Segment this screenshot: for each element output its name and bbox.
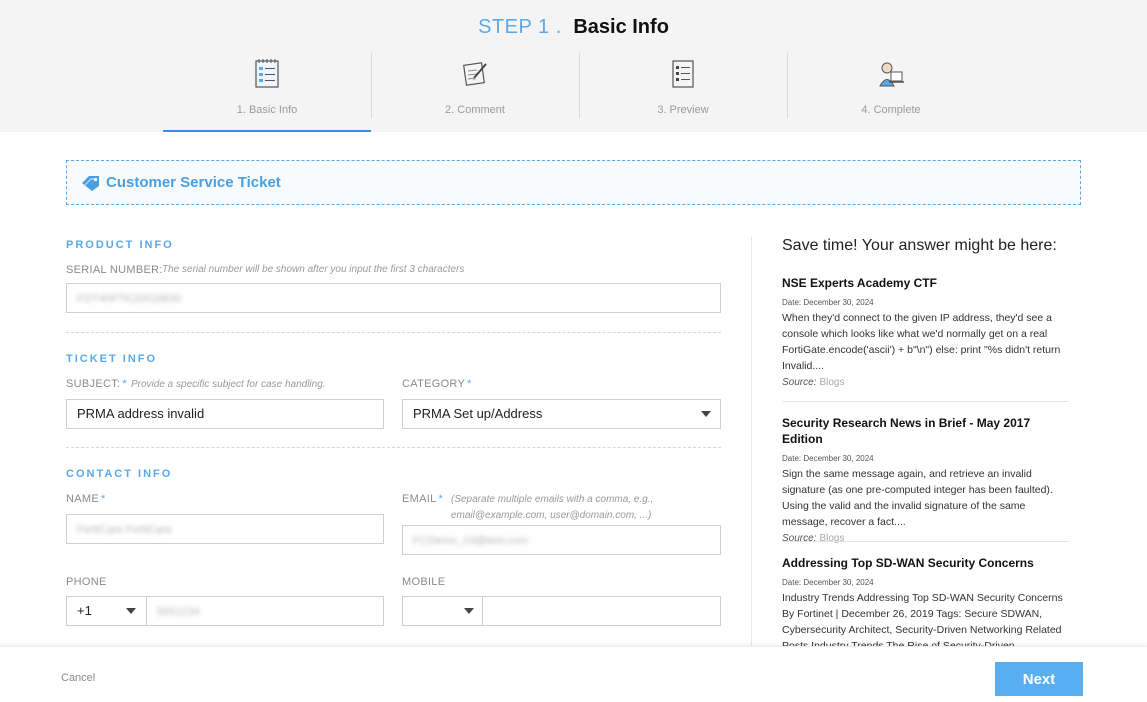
name-label: NAME * [66, 493, 106, 505]
phone-input[interactable]: 5551234 [146, 596, 384, 626]
article-divider [782, 541, 1069, 542]
chevron-down-icon [701, 411, 711, 417]
tab-complete[interactable]: 4. Complete [787, 52, 995, 132]
section-ticket-info: TICKET INFO [66, 353, 158, 365]
article-title-link[interactable]: Addressing Top SD-WAN Security Concerns [782, 555, 1070, 571]
wizard-header: STEP 1 . Basic Info 1. Basic Info 2. Com… [0, 0, 1147, 132]
help-article: NSE Experts Academy CTF Date: December 3… [782, 275, 1070, 388]
section-contact-info: CONTACT INFO [66, 468, 173, 480]
name-value: FortiCare FortiCare [77, 524, 172, 536]
tab-label: 2. Comment [445, 104, 505, 116]
article-source: Source: Blogs [782, 533, 845, 544]
pen-note-icon [463, 62, 487, 86]
article-excerpt: When they'd connect to the given IP addr… [782, 312, 1061, 372]
article-title-link[interactable]: NSE Experts Academy CTF [782, 275, 1070, 291]
tag-icon [82, 176, 99, 191]
step-tabs: 1. Basic Info 2. Comment 3. Preview 4. C… [163, 52, 995, 132]
tab-basic-info[interactable]: 1. Basic Info [163, 52, 371, 132]
tab-comment[interactable]: 2. Comment [371, 52, 579, 132]
step-title: STEP 1 . Basic Info [0, 16, 1147, 39]
ticket-type-banner: Customer Service Ticket [66, 160, 1081, 205]
help-article: Addressing Top SD-WAN Security Concerns … [782, 555, 1070, 646]
step-number: STEP 1 . [478, 16, 562, 38]
subject-label: SUBJECT: * [66, 378, 127, 390]
article-date: Date: December 30, 2024 [782, 298, 874, 307]
banner-title: Customer Service Ticket [106, 174, 281, 191]
step-name: Basic Info [573, 16, 669, 38]
email-label: EMAIL * [402, 493, 444, 505]
cancel-link[interactable]: Cancel [61, 672, 95, 684]
serial-number-value: FGT40FTK20016830 [77, 293, 181, 305]
person-laptop-icon [879, 62, 904, 87]
serial-number-input[interactable]: FGT40FTK20016830 [66, 283, 721, 313]
article-date: Date: December 30, 2024 [782, 454, 874, 463]
phone-value: 5551234 [157, 606, 200, 618]
help-article: Security Research News in Brief - May 20… [782, 415, 1070, 544]
tab-preview[interactable]: 3. Preview [579, 52, 787, 132]
subject-input[interactable]: PRMA address invalid [66, 399, 384, 429]
document-list-icon [672, 60, 694, 88]
serial-number-hint: The serial number will be shown after yo… [162, 264, 465, 275]
category-label: CATEGORY * [402, 378, 472, 390]
chevron-down-icon [126, 608, 136, 614]
next-button[interactable]: Next [995, 662, 1083, 696]
category-value: PRMA Set up/Address [413, 406, 543, 421]
name-input[interactable]: FortiCare FortiCare [66, 514, 384, 544]
article-divider [782, 401, 1069, 402]
section-divider [66, 332, 721, 333]
checklist-icon [255, 59, 279, 88]
tab-label: 4. Complete [861, 104, 921, 116]
subject-hint: Provide a specific subject for case hand… [131, 379, 326, 390]
article-source: Source: Blogs [782, 377, 845, 388]
mobile-input[interactable] [482, 596, 721, 626]
section-product-info: PRODUCT INFO [66, 239, 174, 251]
help-title: Save time! Your answer might be here: [782, 237, 1057, 254]
category-select[interactable]: PRMA Set up/Address [402, 399, 721, 429]
phone-country-code: +1 [77, 603, 92, 618]
serial-number-label: SERIAL NUMBER: [66, 264, 163, 276]
panel-divider [751, 237, 752, 647]
article-excerpt: Sign the same message again, and retriev… [782, 468, 1053, 528]
article-date: Date: December 30, 2024 [782, 578, 874, 587]
mobile-label: MOBILE [402, 576, 446, 588]
email-input[interactable]: FCDemo_03@test.com [402, 525, 721, 555]
wizard-footer: Cancel Next [0, 646, 1147, 702]
tab-label: 3. Preview [657, 104, 709, 116]
email-value: FCDemo_03@test.com [413, 535, 529, 547]
section-divider [66, 447, 721, 448]
email-hint: (Separate multiple emails with a comma, … [451, 494, 654, 521]
phone-label: PHONE [66, 576, 107, 588]
article-title-link[interactable]: Security Research News in Brief - May 20… [782, 415, 1070, 447]
chevron-down-icon [464, 608, 474, 614]
tab-label: 1. Basic Info [236, 104, 298, 116]
article-excerpt: Industry Trends Addressing Top SD-WAN Se… [782, 592, 1063, 646]
